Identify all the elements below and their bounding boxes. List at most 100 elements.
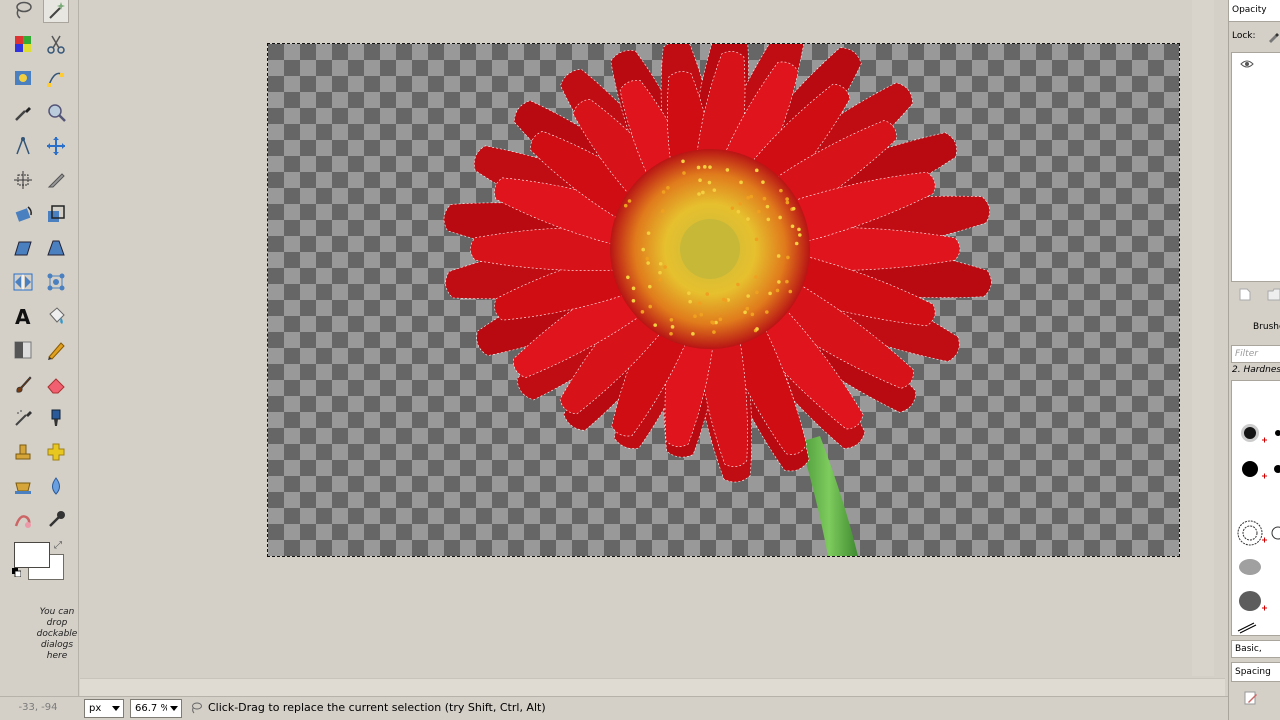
cage-transform-tool[interactable] xyxy=(43,269,69,295)
brush-filter-input[interactable]: Filter xyxy=(1231,345,1280,363)
ink-tool[interactable] xyxy=(43,405,69,431)
text-A-icon: A xyxy=(12,305,34,327)
layers-list[interactable] xyxy=(1231,52,1280,282)
image-canvas[interactable] xyxy=(268,44,1179,556)
spacing-label: Spacing xyxy=(1235,667,1271,677)
edit-brush-icon[interactable] xyxy=(1243,690,1259,706)
stamen-dot xyxy=(697,166,701,170)
scissors-select-tool[interactable] xyxy=(43,31,69,57)
stamen-dot xyxy=(779,189,783,193)
perspective-icon xyxy=(45,237,67,259)
eraser-icon xyxy=(45,373,67,395)
eye-icon[interactable] xyxy=(1240,59,1254,69)
stamen-dot xyxy=(671,325,675,329)
cage-icon xyxy=(45,271,67,293)
drop-hint-text: You can drop dockable dialogs here xyxy=(36,607,78,662)
zoom-tool[interactable] xyxy=(43,99,69,125)
smudge-icon xyxy=(12,509,34,531)
drop-icon xyxy=(45,475,67,497)
text-tool[interactable]: A xyxy=(10,303,36,329)
stamen-dot xyxy=(646,257,650,261)
stamen-dot xyxy=(767,218,771,222)
stamen-dot xyxy=(745,307,749,311)
eraser-tool[interactable] xyxy=(43,371,69,397)
brush-grid[interactable] xyxy=(1231,380,1280,636)
perspective-clone-tool[interactable] xyxy=(10,473,36,499)
right-dock: Opacity Lock: Brushe Filter 2. Hardness xyxy=(1228,0,1280,720)
stamen-dot xyxy=(761,180,765,184)
stamen-dot xyxy=(719,317,723,321)
foreground-color-swatch[interactable] xyxy=(14,542,50,568)
stamen-dot xyxy=(776,289,780,293)
free-select-tool[interactable] xyxy=(10,0,36,23)
crop-tool[interactable] xyxy=(43,167,69,193)
rotate-tool[interactable] xyxy=(10,201,36,227)
stamen-dot xyxy=(641,248,645,252)
stamen-dot xyxy=(698,178,702,182)
blur-sharpen-tool[interactable] xyxy=(43,473,69,499)
svg-text:A: A xyxy=(15,305,31,327)
flip-tool[interactable] xyxy=(10,269,36,295)
color-area[interactable]: ⤢ xyxy=(12,540,70,584)
stamen-dot xyxy=(647,231,651,235)
spacing-slider[interactable]: Spacing xyxy=(1231,662,1280,682)
lock-paint-icon[interactable] xyxy=(1267,31,1279,43)
brush-preset-field[interactable]: Basic, xyxy=(1231,640,1280,658)
flower-image xyxy=(268,44,1179,556)
paths-tool[interactable] xyxy=(43,65,69,91)
lock-label: Lock: xyxy=(1232,31,1256,41)
layer-group-icon[interactable] xyxy=(1267,288,1280,301)
horizontal-scrollbar[interactable] xyxy=(80,678,1225,696)
brushes-tab[interactable]: Brushe xyxy=(1229,316,1280,340)
stamen-dot xyxy=(688,300,692,304)
chevron-down-icon[interactable] xyxy=(167,700,181,717)
pencil-tool[interactable] xyxy=(43,337,69,363)
stamen-dot xyxy=(755,237,759,241)
paintbrush-tool[interactable] xyxy=(10,371,36,397)
stamen-dot xyxy=(701,191,705,195)
stamen-dot xyxy=(658,278,662,282)
opacity-label: Opacity xyxy=(1232,5,1267,15)
stamen-dot xyxy=(713,188,717,192)
chevron-down-icon[interactable] xyxy=(109,700,123,717)
swap-colors-icon[interactable]: ⤢ xyxy=(54,540,66,552)
shear-tool[interactable] xyxy=(10,235,36,261)
stamen-dot xyxy=(711,321,715,325)
stamen-dot xyxy=(687,291,691,295)
blend-tool[interactable] xyxy=(10,337,36,363)
flip-icon xyxy=(12,271,34,293)
reset-colors-icon[interactable] xyxy=(12,568,21,577)
clone-tool[interactable] xyxy=(10,439,36,465)
stamen-dot xyxy=(626,275,630,279)
brushes-tab-label: Brushe xyxy=(1253,322,1280,332)
by-color-select-tool[interactable] xyxy=(10,31,36,57)
ink-icon xyxy=(45,407,67,429)
fuzzy-select-tool[interactable] xyxy=(43,0,69,23)
dodge-burn-tool[interactable] xyxy=(43,507,69,533)
layers-opacity-label: Opacity xyxy=(1229,0,1280,22)
gradient-icon xyxy=(12,339,34,361)
new-layer-icon[interactable] xyxy=(1239,288,1251,301)
perspective-tool[interactable] xyxy=(43,235,69,261)
zoom-value: 66.7 % xyxy=(135,703,170,714)
airbrush-tool[interactable] xyxy=(10,405,36,431)
stamen-dot xyxy=(632,299,636,303)
foreground-select-icon xyxy=(12,67,34,89)
move-tool[interactable] xyxy=(43,133,69,159)
zoom-select[interactable]: 66.7 % xyxy=(130,699,182,718)
stamen-dot xyxy=(768,292,772,296)
color-picker-tool[interactable] xyxy=(10,99,36,125)
stamen-dot xyxy=(738,202,742,206)
align-tool[interactable] xyxy=(10,167,36,193)
smudge-tool[interactable] xyxy=(10,507,36,533)
bucket-fill-tool[interactable] xyxy=(43,303,69,329)
foreground-select-tool[interactable] xyxy=(10,65,36,91)
unit-select[interactable]: px xyxy=(84,699,124,718)
scale-tool[interactable] xyxy=(43,201,69,227)
stamen-dot xyxy=(746,196,750,200)
heal-tool[interactable] xyxy=(43,439,69,465)
stamen-dot xyxy=(746,217,750,221)
measure-tool[interactable] xyxy=(10,133,36,159)
stamen-dot xyxy=(705,292,709,296)
paths-icon xyxy=(45,67,67,89)
